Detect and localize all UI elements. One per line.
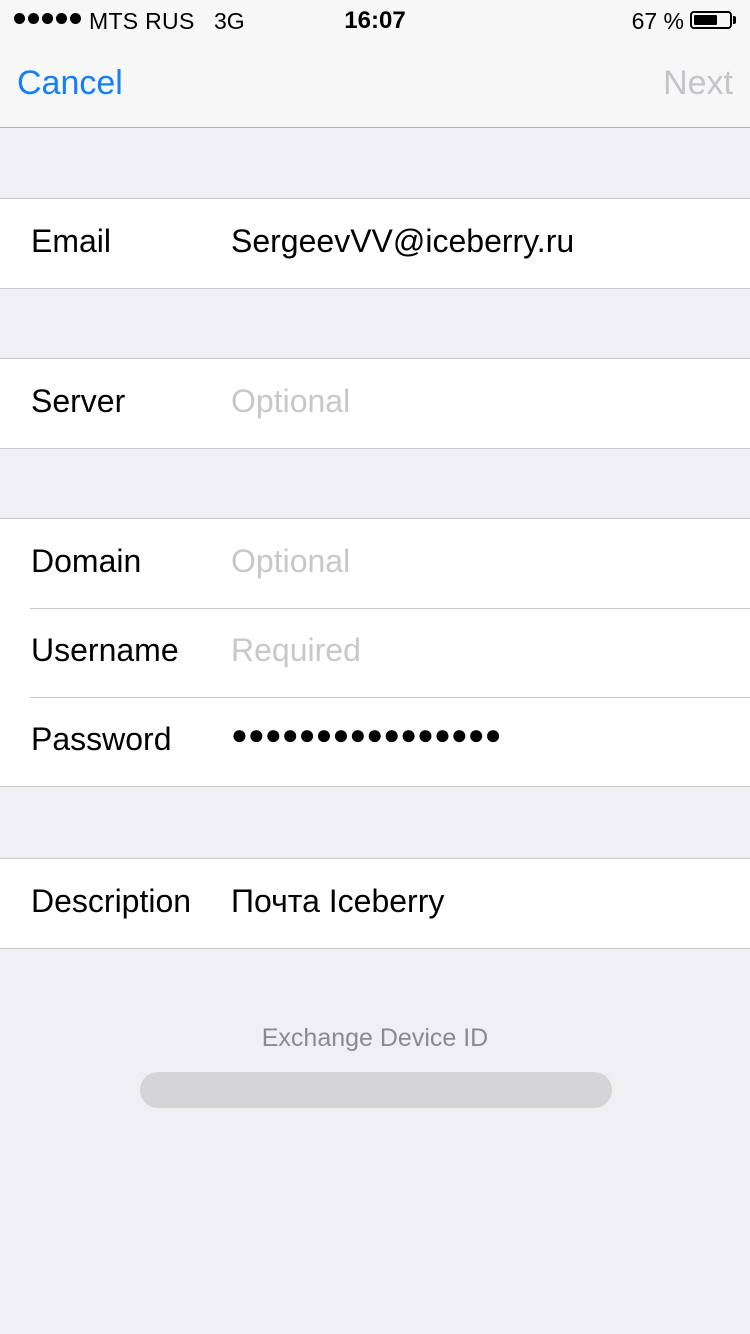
next-button[interactable]: Next <box>663 64 733 103</box>
server-field[interactable]: Optional <box>231 383 350 420</box>
server-row[interactable]: Server Optional <box>0 359 750 448</box>
cancel-button[interactable]: Cancel <box>17 64 123 103</box>
device-id-redacted-value <box>140 1072 612 1108</box>
email-label: Email <box>31 223 112 259</box>
navigation-bar: Cancel Next <box>0 40 750 128</box>
email-field[interactable]: SergeevVV@iceberry.ru <box>231 223 574 260</box>
description-label: Description <box>31 883 192 919</box>
description-group: Description Почта Iceberry <box>0 858 750 949</box>
password-label: Password <box>31 721 172 757</box>
description-field[interactable]: Почта Iceberry <box>231 883 444 920</box>
battery-icon <box>690 11 736 29</box>
email-row[interactable]: Email SergeevVV@iceberry.ru <box>0 199 750 288</box>
server-label: Server <box>31 383 126 419</box>
domain-row[interactable]: Domain Optional <box>0 519 750 608</box>
domain-label: Domain <box>31 543 142 579</box>
exchange-device-id-label: Exchange Device ID <box>261 1024 489 1052</box>
username-field[interactable]: Required <box>231 632 361 669</box>
email-group: Email SergeevVV@iceberry.ru <box>0 198 750 289</box>
battery-level-fill <box>694 15 717 25</box>
status-bar: MTS RUS 3G 16:07 67 % <box>0 0 750 40</box>
description-row[interactable]: Description Почта Iceberry <box>0 859 750 948</box>
server-group: Server Optional <box>0 358 750 449</box>
password-field[interactable]: ●●●●●●●●●●●●●●●● <box>231 719 502 751</box>
domain-field[interactable]: Optional <box>231 543 350 580</box>
username-label: Username <box>31 632 179 668</box>
password-row[interactable]: Password ●●●●●●●●●●●●●●●● <box>0 697 750 786</box>
credentials-group: Domain Optional Username Required Passwo… <box>0 518 750 787</box>
battery-percentage: 67 % <box>631 8 684 34</box>
username-row[interactable]: Username Required <box>0 608 750 697</box>
